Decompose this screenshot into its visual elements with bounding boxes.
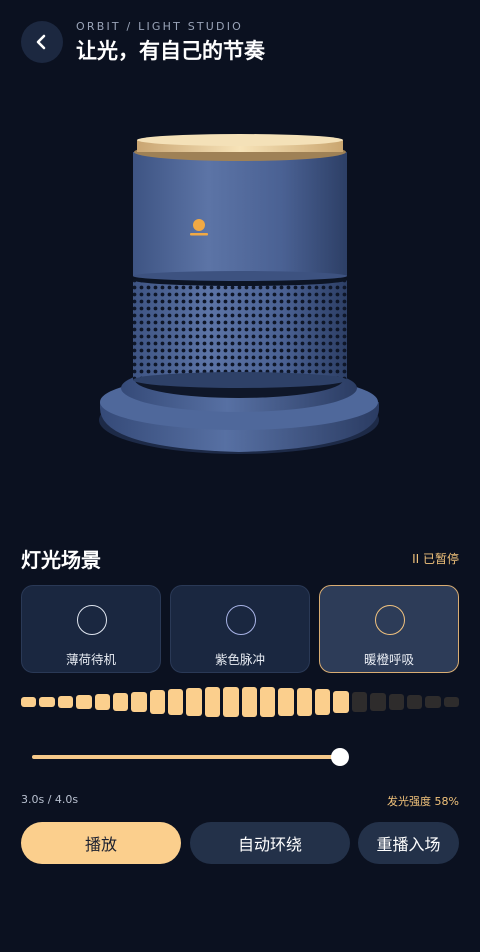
level-bar (315, 689, 331, 715)
play-button[interactable]: 播放 (21, 822, 181, 864)
level-bar (131, 692, 147, 712)
level-bar (57, 696, 74, 708)
scene-label: 暖橙呼吸 (363, 652, 414, 667)
scene-ring-icon (226, 605, 256, 635)
header-subtitle: ORBIT / LIGHT STUDIO (76, 20, 244, 33)
progress-slider-thumb[interactable] (331, 748, 349, 766)
level-bar (333, 690, 349, 714)
scene-label: 紫色脉冲 (214, 652, 265, 667)
level-bar (76, 695, 92, 709)
level-bar (112, 693, 129, 711)
scene-ring-icon (375, 605, 405, 635)
level-bar (351, 692, 368, 712)
level-bar (39, 696, 55, 708)
scene-card-purple-pulse[interactable]: 紫色脉冲 (170, 585, 310, 673)
lamp-device-illustration[interactable] (96, 130, 386, 470)
level-bar (443, 696, 459, 708)
level-bar (204, 687, 221, 717)
scene-card-mint-standby[interactable]: 薄荷待机 (21, 585, 161, 673)
playback-time: 3.0s / 4.0s (21, 793, 79, 806)
level-bar (94, 694, 110, 710)
page-title: 让光，有自己的节奏 (76, 39, 265, 63)
level-bar (259, 687, 276, 717)
scenes-section-title: 灯光场景 (21, 548, 101, 572)
back-button[interactable] (21, 21, 63, 63)
level-bar (186, 687, 202, 717)
light-intensity-readout: 发光强度 58% (387, 795, 459, 808)
level-bar (296, 688, 312, 716)
progress-slider-track[interactable] (32, 755, 340, 759)
light-level-visualizer (21, 684, 459, 720)
chevron-left-icon (36, 34, 46, 50)
paused-status-badge[interactable]: II 已暂停 (412, 550, 459, 567)
scene-card-warm-orange-breath[interactable]: 暖橙呼吸 (319, 585, 459, 673)
level-bar (223, 686, 239, 718)
level-bar (425, 696, 441, 708)
scene-label: 薄荷待机 (65, 652, 116, 667)
auto-orbit-button[interactable]: 自动环绕 (190, 822, 350, 864)
level-bar (21, 696, 37, 708)
scene-ring-icon (77, 605, 107, 635)
level-bar (406, 695, 423, 709)
level-bar (278, 687, 294, 717)
level-bar (370, 693, 386, 711)
level-bar (241, 686, 257, 718)
replay-intro-button[interactable]: 重播入场 (358, 822, 459, 864)
level-bar (388, 694, 404, 710)
level-bar (149, 690, 165, 714)
level-bar (168, 689, 184, 715)
